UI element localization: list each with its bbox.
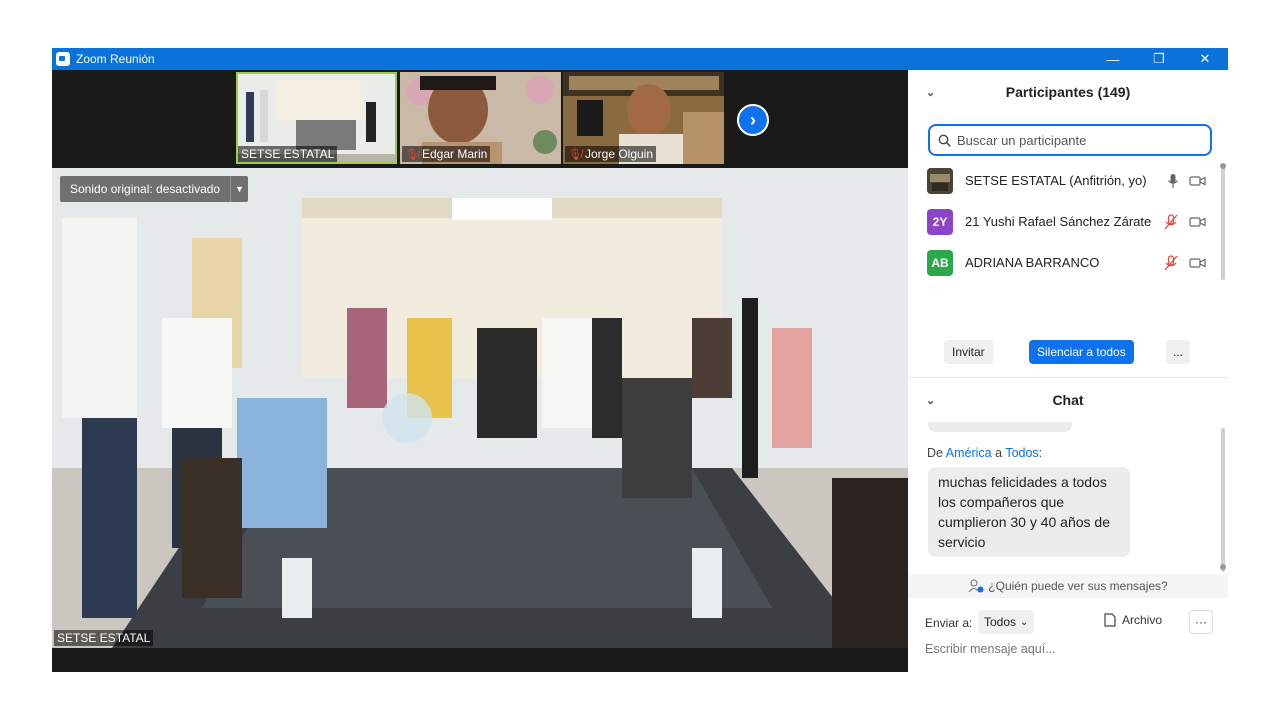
microphone-muted-icon[interactable] <box>1163 213 1179 230</box>
microphone-muted-icon[interactable] <box>1163 254 1179 271</box>
chevron-down-icon[interactable]: ⌄ <box>926 86 935 99</box>
search-input[interactable] <box>957 132 1197 148</box>
participant-search[interactable] <box>928 124 1212 156</box>
file-icon <box>1104 613 1116 627</box>
mic-muted-icon: 🎙︎̸ <box>568 148 582 161</box>
file-button[interactable]: Archivo <box>1104 613 1162 627</box>
video-thumbnail[interactable]: SETSE ESTATAL <box>236 72 397 164</box>
microphone-icon[interactable] <box>1167 173 1179 189</box>
original-sound-toggle[interactable]: Sonido original: desactivado ▼ <box>60 176 249 202</box>
chat-header: ⌄ Chat <box>908 378 1228 422</box>
close-button[interactable]: ✕ <box>1182 48 1228 70</box>
chat-more-button[interactable]: ··· <box>1189 610 1213 634</box>
scrollbar-dot <box>1220 163 1226 169</box>
recipient-value: Todos <box>984 615 1017 629</box>
speaker-name: SETSE ESTATAL <box>54 630 154 646</box>
recipient-dropdown[interactable]: Todos ⌄ <box>978 610 1035 634</box>
mic-muted-icon: 🎙︎̸ <box>405 148 419 161</box>
message-visibility-bar[interactable]: ¿Quién puede ver sus mensajes? <box>908 574 1228 598</box>
avatar-image <box>927 167 953 194</box>
user-visibility-icon <box>968 579 984 593</box>
video-camera-icon[interactable] <box>1189 216 1206 228</box>
side-panel: ⌄ Participantes (149) SETSE ESTATAL (An <box>908 70 1228 672</box>
video-camera-icon[interactable] <box>1189 175 1206 187</box>
thumbnail-strip: SETSE ESTATAL 🎙︎̸ Edgar Marin 🎙︎̸ Jorge … <box>52 70 908 166</box>
participant-row[interactable]: 2Y 21 Yushi Rafael Sánchez Zárate <box>908 201 1228 242</box>
more-options-button[interactable]: ... <box>1166 340 1190 364</box>
avatar: 2Y <box>927 208 953 235</box>
message-bubble: muchas felicidades a todos los compañero… <box>928 467 1130 557</box>
avatar: AB <box>927 249 953 276</box>
thumbnail-name: 🎙︎̸ Edgar Marin <box>402 146 491 162</box>
chat-message-input[interactable] <box>925 642 1215 656</box>
mute-all-button[interactable]: Silenciar a todos <box>1029 340 1134 364</box>
participant-list: SETSE ESTATAL (Anfitrión, yo) 2Y 21 Yush… <box>908 160 1228 283</box>
scrollbar-dot <box>1220 564 1226 570</box>
invite-button[interactable]: Invitar <box>944 340 993 364</box>
window-title: Zoom Reunión <box>76 52 155 66</box>
message-header: De América a Todos: <box>927 446 1043 460</box>
minimize-button[interactable]: — <box>1090 48 1136 70</box>
video-thumbnail[interactable]: 🎙︎̸ Jorge Olguin <box>563 72 724 164</box>
chat-title: Chat <box>1052 392 1084 408</box>
participants-scrollbar[interactable] <box>1221 164 1225 280</box>
restore-button[interactable]: ❐ <box>1136 48 1182 70</box>
message-recipient[interactable]: Todos <box>1005 446 1038 460</box>
send-row: Enviar a: Todos ⌄ Archivo ··· <box>908 610 1228 634</box>
chevron-right-icon: › <box>750 109 756 130</box>
chevron-down-icon: ⌄ <box>1020 616 1029 628</box>
thumbnail-name: SETSE ESTATAL <box>238 146 338 162</box>
caret-down-icon[interactable]: ▼ <box>230 176 248 202</box>
file-label: Archivo <box>1122 613 1163 627</box>
send-to-label: Enviar a: <box>925 616 973 630</box>
search-icon <box>938 134 951 147</box>
chevron-down-icon[interactable]: ⌄ <box>926 394 935 407</box>
participant-actions: Invitar Silenciar a todos ... <box>908 340 1228 364</box>
video-thumbnail[interactable]: 🎙︎̸ Edgar Marin <box>400 72 561 164</box>
next-page-button[interactable]: › <box>737 104 769 136</box>
visibility-label: ¿Quién puede ver sus mensajes? <box>988 579 1168 593</box>
participants-header: ⌄ Participantes (149) <box>908 70 1228 114</box>
avatar <box>927 167 953 194</box>
zoom-logo-icon <box>56 52 70 66</box>
participant-name: 21 Yushi Rafael Sánchez Zárate <box>965 214 1152 229</box>
zoom-window: Zoom Reunión — ❐ ✕ SETSE ESTATAL 🎙︎̸ Edg… <box>52 48 1228 672</box>
message-sender[interactable]: América <box>946 446 992 460</box>
meeting-room-video-image <box>52 168 908 648</box>
video-camera-icon[interactable] <box>1189 257 1206 269</box>
participant-name: ADRIANA BARRANCO <box>965 255 1100 270</box>
participant-row[interactable]: SETSE ESTATAL (Anfitrión, yo) <box>908 160 1228 201</box>
thumbnail-name: 🎙︎̸ Jorge Olguin <box>565 146 657 162</box>
chat-messages: De América a Todos: muchas felicidades a… <box>908 422 1228 572</box>
original-sound-label: Sonido original: desactivado <box>70 182 221 196</box>
chat-scrollbar[interactable] <box>1221 428 1225 572</box>
participants-title: Participantes (149) <box>1005 84 1131 100</box>
previous-message-bubble <box>928 422 1072 432</box>
main-video: Sonido original: desactivado ▼ SETSE EST… <box>52 168 908 648</box>
video-area: SETSE ESTATAL 🎙︎̸ Edgar Marin 🎙︎̸ Jorge … <box>52 70 908 672</box>
title-bar: Zoom Reunión — ❐ ✕ <box>52 48 1228 70</box>
participant-name: SETSE ESTATAL (Anfitrión, yo) <box>965 173 1147 188</box>
participant-row[interactable]: AB ADRIANA BARRANCO <box>908 242 1228 283</box>
